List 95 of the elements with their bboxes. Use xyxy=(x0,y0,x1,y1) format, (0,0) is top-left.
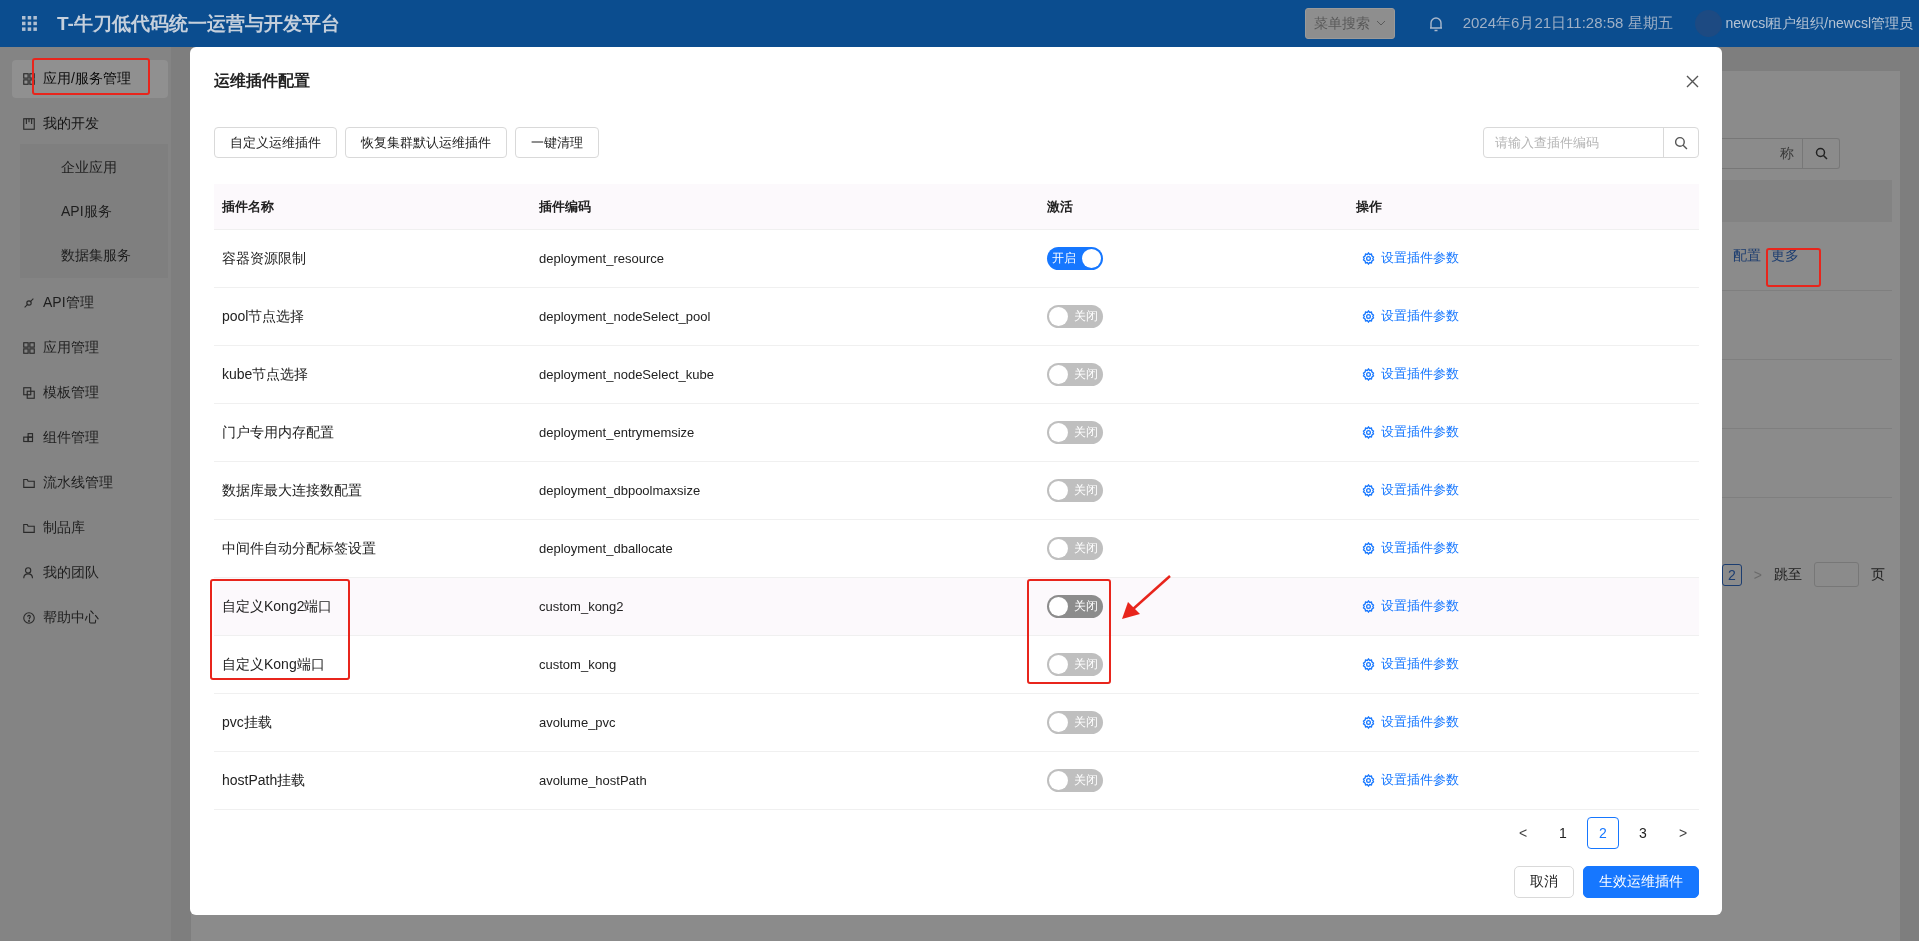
sidebar-subitem[interactable]: 企业应用 xyxy=(20,146,168,190)
settings-link[interactable]: 设置插件参数 xyxy=(1362,713,1459,732)
table-cell-text: pvc挂载 xyxy=(221,713,273,732)
sidebar-item[interactable]: 我的开发 xyxy=(12,105,168,143)
table-cell-text: avolume_pvc xyxy=(538,715,617,730)
cancel-button[interactable]: 取消 xyxy=(1514,866,1574,898)
menu-item-icon xyxy=(22,611,36,625)
table-cell-text: deployment_resource xyxy=(538,251,666,266)
table-cell-text: 容器资源限制 xyxy=(221,249,307,268)
sidebar-item[interactable]: 制品库 xyxy=(12,509,168,547)
settings-link[interactable]: 设置插件参数 xyxy=(1362,539,1459,558)
gear-icon xyxy=(1362,251,1375,265)
settings-link[interactable]: 设置插件参数 xyxy=(1362,249,1459,268)
sidebar-item[interactable]: 帮助中心 xyxy=(12,599,168,637)
toggle-switch[interactable]: 关闭 xyxy=(1047,594,1103,618)
table-cell-text: deployment_entrymemsize xyxy=(538,425,696,440)
dialog-title: 运维插件配置 xyxy=(214,70,311,91)
settings-link[interactable]: 设置插件参数 xyxy=(1362,365,1459,384)
sidebar-item[interactable]: 我的团队 xyxy=(12,554,168,592)
menu-item-icon xyxy=(22,566,36,580)
gear-icon xyxy=(1362,425,1375,439)
menu-item-icon xyxy=(22,476,36,490)
settings-link[interactable]: 设置插件参数 xyxy=(1362,481,1459,500)
table-cell-text: 中间件自动分配标签设置 xyxy=(221,539,377,558)
column-header: 操作 xyxy=(1355,197,1383,216)
menu-item-icon xyxy=(22,431,36,445)
sidebar-subitem[interactable]: 数据集服务 xyxy=(20,234,168,278)
menu-item-icon xyxy=(22,521,36,535)
close-icon[interactable] xyxy=(1686,74,1699,88)
sidebar-item[interactable]: 流水线管理 xyxy=(12,464,168,502)
page-unit: 页 xyxy=(1871,565,1885,584)
menu-item-icon xyxy=(22,386,36,400)
column-header: 插件名称 xyxy=(221,197,275,216)
settings-link[interactable]: 设置插件参数 xyxy=(1362,597,1459,616)
gear-icon xyxy=(1362,773,1375,787)
settings-link[interactable]: 设置插件参数 xyxy=(1362,307,1459,326)
sidebar-subitem[interactable]: API服务 xyxy=(20,190,168,234)
settings-link[interactable]: 设置插件参数 xyxy=(1362,771,1459,790)
table-cell-text: deployment_dbpoolmaxsize xyxy=(538,483,702,498)
toolbar-button[interactable]: 自定义运维插件 xyxy=(214,127,337,158)
next-page-button[interactable]: > xyxy=(1667,817,1699,849)
annotation-box xyxy=(1766,248,1821,287)
menu-item-icon xyxy=(22,117,36,131)
menu-item-icon xyxy=(22,296,36,310)
gear-icon xyxy=(1362,367,1375,381)
gear-icon xyxy=(1362,599,1375,613)
chevron-down-icon xyxy=(1375,20,1386,27)
sidebar-item[interactable]: 模板管理 xyxy=(12,374,168,412)
table-cell-text: 数据库最大连接数配置 xyxy=(221,481,363,500)
table-cell-text: 自定义Kong端口 xyxy=(221,655,326,674)
table-cell-text: deployment_dballocate xyxy=(538,541,674,556)
sidebar-item[interactable]: 应用/服务管理 xyxy=(12,60,168,98)
gear-icon xyxy=(1362,541,1375,555)
sidebar-item[interactable]: API管理 xyxy=(12,284,168,322)
column-header: 插件编码 xyxy=(538,197,592,216)
table-cell-text: 门户专用内存配置 xyxy=(221,423,335,442)
datetime-text: 2024年6月21日11:28:58 星期五 xyxy=(1462,14,1673,33)
gear-icon xyxy=(1362,483,1375,497)
search-icon[interactable] xyxy=(1814,147,1828,160)
jump-label: 跳至 xyxy=(1774,565,1802,584)
settings-link[interactable]: 设置插件参数 xyxy=(1362,423,1459,442)
toolbar-button[interactable]: 恢复集群默认运维插件 xyxy=(345,127,507,158)
page-button[interactable]: 3 xyxy=(1627,817,1659,849)
table-cell-text: hostPath挂载 xyxy=(221,771,307,790)
search-icon[interactable] xyxy=(1674,135,1688,150)
table-cell-text: deployment_nodeSelect_kube xyxy=(538,367,715,382)
apps-grid-icon[interactable] xyxy=(22,16,37,31)
gear-icon xyxy=(1362,657,1375,671)
settings-link[interactable]: 设置插件参数 xyxy=(1362,655,1459,674)
table-cell-text: custom_kong xyxy=(538,657,618,672)
gear-icon xyxy=(1362,309,1375,323)
bell-icon[interactable] xyxy=(1428,15,1443,32)
column-header: 激活 xyxy=(1046,197,1074,216)
toggle-switch[interactable]: 开启 xyxy=(1047,247,1103,270)
confirm-button[interactable]: 生效运维插件 xyxy=(1583,866,1699,898)
toolbar-button[interactable]: 一键清理 xyxy=(515,127,599,158)
prev-page-button[interactable]: < xyxy=(1507,817,1539,849)
annotation-arrow xyxy=(1120,574,1172,621)
table-cell-text: deployment_nodeSelect_pool xyxy=(538,309,712,324)
search-field[interactable]: 称 xyxy=(1722,138,1840,169)
user-name[interactable]: newcsl租户组织/newcsl管理员 xyxy=(1725,14,1913,33)
table-cell-text: pool节点选择 xyxy=(221,307,306,326)
menu-item-icon xyxy=(22,341,36,355)
sidebar-item[interactable]: 应用管理 xyxy=(12,329,168,367)
action-link[interactable]: 配置 xyxy=(1733,247,1761,265)
table-cell-text: avolume_hostPath xyxy=(538,773,648,788)
table-cell-text: kube节点选择 xyxy=(221,365,310,384)
gear-icon xyxy=(1362,715,1375,729)
menu-item-icon xyxy=(22,72,36,86)
app-title: T-牛刀低代码统一运营与开发平台 xyxy=(57,11,340,36)
page-button[interactable]: 2 xyxy=(1587,817,1619,849)
page-button[interactable]: 1 xyxy=(1547,817,1579,849)
table-cell-text: custom_kong2 xyxy=(538,599,625,614)
sidebar-item[interactable]: 组件管理 xyxy=(12,419,168,457)
table-cell-text: 自定义Kong2端口 xyxy=(221,597,334,616)
